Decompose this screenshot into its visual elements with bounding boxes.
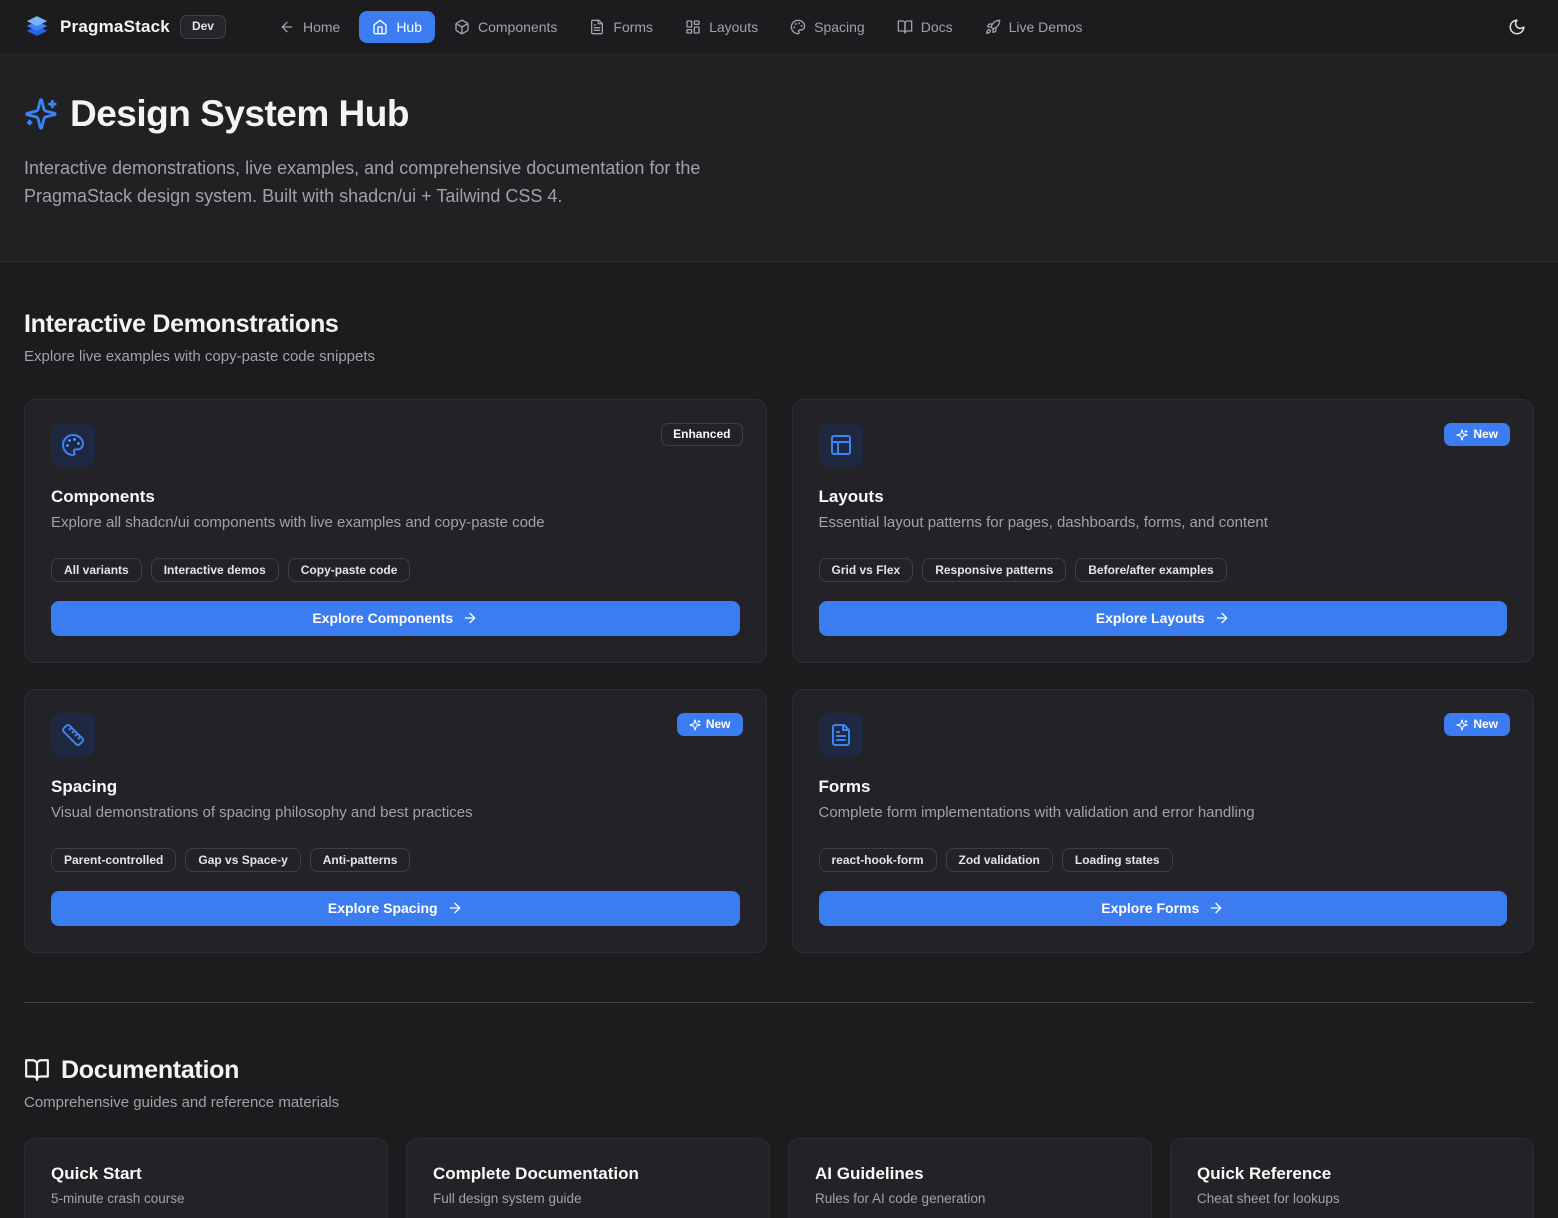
explore-forms-button[interactable]: Explore Forms bbox=[819, 891, 1508, 926]
card-description: Visual demonstrations of spacing philoso… bbox=[51, 804, 740, 821]
tag: Before/after examples bbox=[1075, 558, 1226, 582]
layers-logo-icon bbox=[24, 14, 50, 40]
status-badge: Enhanced bbox=[661, 423, 742, 447]
hero-description: Interactive demonstrations, live example… bbox=[24, 155, 769, 211]
file-text-icon bbox=[589, 19, 605, 35]
tag: Loading states bbox=[1062, 848, 1173, 872]
tag: Interactive demos bbox=[151, 558, 279, 582]
sparkles-icon bbox=[24, 97, 58, 131]
tag: Gap vs Space-y bbox=[185, 848, 300, 872]
tag: react-hook-form bbox=[819, 848, 937, 872]
card-title: Spacing bbox=[51, 777, 740, 797]
nav-item-layouts[interactable]: Layouts bbox=[672, 11, 771, 43]
demo-card-components: Enhanced Components Explore all shadcn/u… bbox=[24, 399, 767, 663]
sparkles-icon bbox=[1456, 429, 1468, 441]
card-description: Essential layout patterns for pages, das… bbox=[819, 514, 1508, 531]
tag: Anti-patterns bbox=[310, 848, 411, 872]
doc-card-ai-guidelines[interactable]: AI Guidelines Rules for AI code generati… bbox=[788, 1138, 1152, 1218]
card-description: Explore all shadcn/ui components with li… bbox=[51, 514, 740, 531]
book-open-icon bbox=[24, 1057, 50, 1083]
main-nav: Home Hub Components Forms Layouts bbox=[266, 11, 1096, 43]
tag-row: Grid vs Flex Responsive patterns Before/… bbox=[819, 558, 1508, 582]
card-title: Components bbox=[51, 487, 740, 507]
card-title: Layouts bbox=[819, 487, 1508, 507]
ruler-icon bbox=[51, 713, 95, 757]
layout-grid-icon bbox=[685, 19, 701, 35]
demos-section-subtitle: Explore live examples with copy-paste co… bbox=[24, 348, 1534, 365]
tag: Responsive patterns bbox=[922, 558, 1066, 582]
doc-card-quick-start[interactable]: Quick Start 5-minute crash course bbox=[24, 1138, 388, 1218]
documentation-section-title: Documentation bbox=[61, 1056, 239, 1085]
demo-card-spacing: New Spacing Visual demonstrations of spa… bbox=[24, 689, 767, 953]
demos-section-title: Interactive Demonstrations bbox=[24, 310, 1534, 339]
arrow-right-icon bbox=[1208, 900, 1224, 916]
tag: Parent-controlled bbox=[51, 848, 176, 872]
doc-card-grid: Quick Start 5-minute crash course Comple… bbox=[24, 1138, 1534, 1218]
section-divider bbox=[24, 1002, 1534, 1003]
arrow-left-icon bbox=[279, 19, 295, 35]
nav-item-hub[interactable]: Hub bbox=[359, 11, 435, 43]
new-badge: New bbox=[1444, 423, 1510, 447]
doc-card-description: Full design system guide bbox=[433, 1191, 743, 1206]
doc-card-description: Rules for AI code generation bbox=[815, 1191, 1125, 1206]
nav-item-home[interactable]: Home bbox=[266, 11, 353, 43]
documentation-header: Documentation bbox=[24, 1056, 1534, 1085]
nav-item-forms[interactable]: Forms bbox=[576, 11, 666, 43]
box-icon bbox=[454, 19, 470, 35]
tag: Zod validation bbox=[946, 848, 1053, 872]
doc-card-title: AI Guidelines bbox=[815, 1164, 1125, 1184]
demo-card-forms: New Forms Complete form implementations … bbox=[792, 689, 1535, 953]
doc-card-description: Cheat sheet for lookups bbox=[1197, 1191, 1507, 1206]
doc-card-description: 5-minute crash course bbox=[51, 1191, 361, 1206]
tag-row: react-hook-form Zod validation Loading s… bbox=[819, 848, 1508, 872]
env-badge: Dev bbox=[180, 15, 226, 39]
nav-item-components[interactable]: Components bbox=[441, 11, 570, 43]
nav-item-spacing[interactable]: Spacing bbox=[777, 11, 878, 43]
theme-toggle-button[interactable] bbox=[1500, 10, 1534, 44]
doc-card-quick-reference[interactable]: Quick Reference Cheat sheet for lookups bbox=[1170, 1138, 1534, 1218]
tag: Grid vs Flex bbox=[819, 558, 914, 582]
moon-icon bbox=[1508, 18, 1526, 36]
book-open-icon bbox=[897, 19, 913, 35]
arrow-right-icon bbox=[447, 900, 463, 916]
card-title: Forms bbox=[819, 777, 1508, 797]
tag: All variants bbox=[51, 558, 142, 582]
main-content: Interactive Demonstrations Explore live … bbox=[0, 262, 1558, 1218]
brand[interactable]: PragmaStack Dev bbox=[24, 14, 226, 40]
nav-item-live-demos[interactable]: Live Demos bbox=[972, 11, 1096, 43]
file-text-icon bbox=[819, 713, 863, 757]
home-icon bbox=[372, 19, 388, 35]
explore-components-button[interactable]: Explore Components bbox=[51, 601, 740, 636]
doc-card-title: Quick Reference bbox=[1197, 1164, 1507, 1184]
brand-name: PragmaStack bbox=[60, 17, 170, 37]
sparkles-icon bbox=[1456, 719, 1468, 731]
explore-spacing-button[interactable]: Explore Spacing bbox=[51, 891, 740, 926]
hero-section: Design System Hub Interactive demonstrat… bbox=[0, 55, 1558, 262]
doc-card-title: Quick Start bbox=[51, 1164, 361, 1184]
new-badge: New bbox=[1444, 713, 1510, 737]
documentation-section-subtitle: Comprehensive guides and reference mater… bbox=[24, 1094, 1534, 1111]
tag-row: All variants Interactive demos Copy-past… bbox=[51, 558, 740, 582]
card-description: Complete form implementations with valid… bbox=[819, 804, 1508, 821]
arrow-right-icon bbox=[462, 610, 478, 626]
panels-top-left-icon bbox=[819, 423, 863, 467]
explore-layouts-button[interactable]: Explore Layouts bbox=[819, 601, 1508, 636]
navbar: PragmaStack Dev Home Hub Components Fo bbox=[0, 0, 1558, 55]
palette-icon bbox=[790, 19, 806, 35]
sparkles-icon bbox=[689, 719, 701, 731]
new-badge: New bbox=[677, 713, 743, 737]
tag: Copy-paste code bbox=[288, 558, 411, 582]
arrow-right-icon bbox=[1214, 610, 1230, 626]
demo-card-layouts: New Layouts Essential layout patterns fo… bbox=[792, 399, 1535, 663]
palette-icon bbox=[51, 423, 95, 467]
tag-row: Parent-controlled Gap vs Space-y Anti-pa… bbox=[51, 848, 740, 872]
doc-card-title: Complete Documentation bbox=[433, 1164, 743, 1184]
nav-item-docs[interactable]: Docs bbox=[884, 11, 966, 43]
rocket-icon bbox=[985, 19, 1001, 35]
page-title: Design System Hub bbox=[70, 93, 409, 135]
doc-card-complete-documentation[interactable]: Complete Documentation Full design syste… bbox=[406, 1138, 770, 1218]
demo-card-grid: Enhanced Components Explore all shadcn/u… bbox=[24, 399, 1534, 953]
